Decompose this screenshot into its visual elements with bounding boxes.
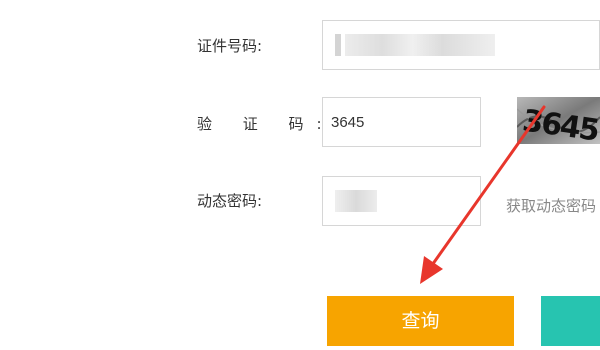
dynamic-password-label: 动态密码:: [197, 192, 263, 210]
redacted-id-number: [345, 34, 495, 56]
query-button[interactable]: 查询: [327, 296, 514, 346]
captcha-label: 验 证 码:: [197, 115, 335, 133]
id-number-field[interactable]: [322, 20, 600, 70]
secondary-button[interactable]: [541, 296, 600, 346]
redacted-id-start: [335, 34, 341, 56]
captcha-input[interactable]: [322, 97, 481, 147]
captcha-image[interactable]: 3645: [517, 97, 600, 144]
redacted-dynamic-password: [335, 190, 377, 212]
dynamic-password-field[interactable]: [322, 176, 481, 226]
id-number-label: 证件号码:: [197, 37, 263, 55]
get-dynamic-password-link[interactable]: 获取动态密码: [506, 196, 596, 216]
